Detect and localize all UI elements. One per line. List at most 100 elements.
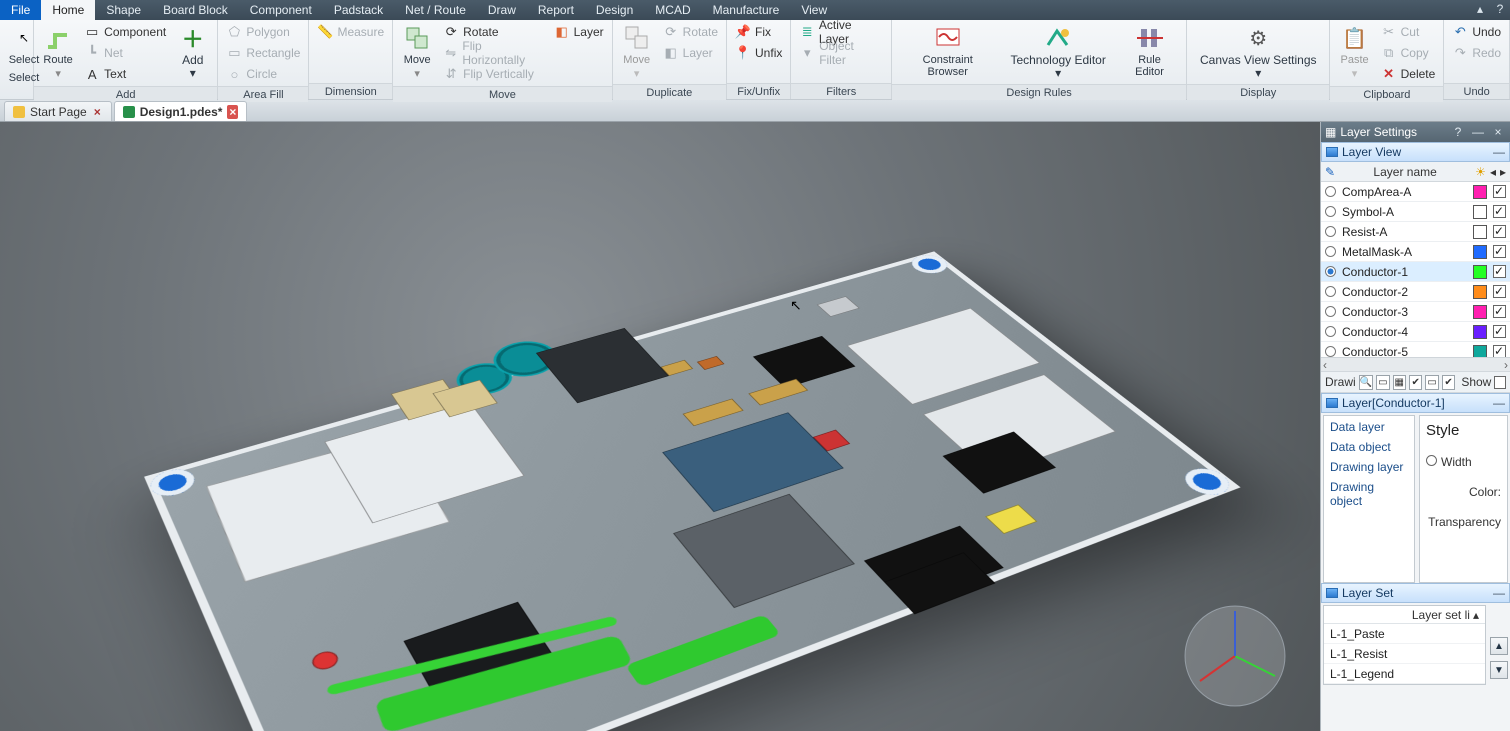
scroll-right-icon[interactable]: ▸ <box>1500 165 1506 179</box>
scroll-left-icon[interactable]: ◂ <box>1490 165 1496 179</box>
route-button[interactable]: Route▾ <box>38 22 78 82</box>
layer-row[interactable]: Conductor-2 <box>1321 282 1510 302</box>
menu-file[interactable]: File <box>0 0 41 20</box>
section-layer-view[interactable]: Layer View — <box>1321 142 1510 162</box>
menu-view[interactable]: View <box>790 0 838 20</box>
layer-color-swatch[interactable] <box>1473 185 1487 199</box>
draw-tool-4[interactable]: ✔ <box>1409 375 1422 390</box>
menu-mcad[interactable]: MCAD <box>644 0 701 20</box>
layer-row[interactable]: Conductor-4 <box>1321 322 1510 342</box>
menu-board-block[interactable]: Board Block <box>152 0 239 20</box>
layer-visible-checkbox[interactable] <box>1493 225 1506 238</box>
show-checkbox[interactable] <box>1494 376 1506 389</box>
layer-row[interactable]: Conductor-5 <box>1321 342 1510 357</box>
add-component-button[interactable]: ▭Component <box>80 22 170 42</box>
menu-manufacture[interactable]: Manufacture <box>702 0 791 20</box>
panel-min-icon[interactable]: — <box>1470 125 1486 139</box>
add-dropdown-button[interactable]: ＋Add ▾ <box>172 22 213 82</box>
layer-row[interactable]: CompArea-A <box>1321 182 1510 202</box>
layer-row[interactable]: Conductor-1 <box>1321 262 1510 282</box>
redo-button[interactable]: ↷Redo <box>1448 43 1505 63</box>
layer-row[interactable]: MetalMask-A <box>1321 242 1510 262</box>
move-layer-button[interactable]: ◧Layer <box>550 22 608 42</box>
fliph-button[interactable]: ⇋Flip Horizontally <box>439 43 547 63</box>
layer-hscrollbar[interactable]: ‹› <box>1321 357 1510 371</box>
copy-button[interactable]: ⧉Copy <box>1377 43 1440 63</box>
layer-radio[interactable] <box>1325 266 1336 277</box>
unfix-button[interactable]: 📍Unfix <box>731 43 786 63</box>
draw-tool-6[interactable]: ✔ <box>1442 375 1455 390</box>
layer-visible-checkbox[interactable] <box>1493 345 1506 357</box>
layer-radio[interactable] <box>1325 306 1336 317</box>
layer-visible-checkbox[interactable] <box>1493 285 1506 298</box>
layer-radio[interactable] <box>1325 186 1336 197</box>
style-cat-drawing-layer[interactable]: Drawing layer <box>1330 460 1408 474</box>
edit-icon[interactable]: ✎ <box>1325 165 1335 179</box>
draw-tool-3[interactable]: ▦ <box>1393 375 1406 390</box>
panel-help-icon[interactable]: ? <box>1450 125 1466 139</box>
menu-component[interactable]: Component <box>239 0 323 20</box>
menu-home[interactable]: Home <box>41 0 95 20</box>
layer-row[interactable]: Symbol-A <box>1321 202 1510 222</box>
layer-radio[interactable] <box>1325 326 1336 337</box>
menu-design[interactable]: Design <box>585 0 644 20</box>
section-layer-set[interactable]: Layer Set — <box>1321 583 1510 603</box>
flipv-button[interactable]: ⇵Flip Vertically <box>439 64 547 84</box>
sun-icon[interactable]: ☀ <box>1475 165 1486 179</box>
ribbon-minimize-icon[interactable]: ▴ <box>1470 0 1490 20</box>
cut-button[interactable]: ✂Cut <box>1377 22 1440 42</box>
layer-radio[interactable] <box>1325 346 1336 357</box>
rule-editor-button[interactable]: Rule Editor <box>1117 22 1182 80</box>
menu-padstack[interactable]: Padstack <box>323 0 394 20</box>
layer-color-swatch[interactable] <box>1473 205 1487 219</box>
layer-color-swatch[interactable] <box>1473 265 1487 279</box>
style-cat-data-object[interactable]: Data object <box>1330 440 1408 454</box>
draw-tool-5[interactable]: ▭ <box>1425 375 1438 390</box>
layer-list[interactable]: CompArea-ASymbol-AResist-AMetalMask-ACon… <box>1321 182 1510 357</box>
circle-button[interactable]: ○Circle <box>222 64 304 84</box>
delete-button[interactable]: ✕Delete <box>1377 64 1440 84</box>
panel-title-bar[interactable]: ▦ Layer Settings ? — × <box>1321 122 1510 142</box>
collapse-icon[interactable]: — <box>1493 586 1505 600</box>
move-button[interactable]: Move▾ <box>397 22 437 82</box>
polygon-button[interactable]: ⬠Polygon <box>222 22 304 42</box>
menu-shape[interactable]: Shape <box>95 0 152 20</box>
style-cat-drawing-object[interactable]: Drawing object <box>1330 480 1408 508</box>
layer-row[interactable]: Conductor-3 <box>1321 302 1510 322</box>
canvas-view-button[interactable]: ⚙Canvas View Settings ▾ <box>1191 22 1325 82</box>
draw-tool-2[interactable]: ▭ <box>1376 375 1389 390</box>
layer-color-swatch[interactable] <box>1473 305 1487 319</box>
menu-report[interactable]: Report <box>527 0 585 20</box>
measure-button[interactable]: 📏Measure <box>313 22 388 42</box>
dup-rotate-button[interactable]: ⟳Rotate <box>659 22 722 42</box>
layer-visible-checkbox[interactable] <box>1493 325 1506 338</box>
draw-tool-1[interactable]: 🔍 <box>1359 375 1373 390</box>
layer-visible-checkbox[interactable] <box>1493 265 1506 278</box>
layer-color-swatch[interactable] <box>1473 325 1487 339</box>
rectangle-button[interactable]: ▭Rectangle <box>222 43 304 63</box>
layer-set-item[interactable]: L-1_Paste <box>1324 624 1485 644</box>
undo-button[interactable]: ↶Undo <box>1448 22 1505 42</box>
layer-visible-checkbox[interactable] <box>1493 245 1506 258</box>
axis-gizmo[interactable] <box>1180 601 1290 711</box>
chevron-up-icon[interactable]: ▴ <box>1473 608 1479 622</box>
close-icon[interactable]: × <box>92 105 103 119</box>
layer-row[interactable]: Resist-A <box>1321 222 1510 242</box>
close-icon[interactable]: × <box>227 105 238 119</box>
add-text-button[interactable]: AText <box>80 64 170 84</box>
tab-design1[interactable]: Design1.pdes* × <box>114 101 248 121</box>
layer-visible-checkbox[interactable] <box>1493 185 1506 198</box>
fix-button[interactable]: 📌Fix <box>731 22 786 42</box>
object-filter-button[interactable]: ▾Object Filter <box>795 43 887 63</box>
collapse-icon[interactable]: — <box>1493 145 1505 159</box>
dup-move-button[interactable]: Move▾ <box>617 22 657 82</box>
move-down-button[interactable]: ▼ <box>1490 661 1508 679</box>
width-option[interactable]: Width <box>1426 455 1501 469</box>
paste-button[interactable]: 📋Paste▾ <box>1334 22 1374 82</box>
add-net-button[interactable]: ┗Net <box>80 43 170 63</box>
layer-visible-checkbox[interactable] <box>1493 305 1506 318</box>
layer-radio[interactable] <box>1325 206 1336 217</box>
layer-color-swatch[interactable] <box>1473 225 1487 239</box>
help-icon[interactable]: ? <box>1490 0 1510 20</box>
constraint-browser-button[interactable]: Constraint Browser <box>896 22 999 80</box>
